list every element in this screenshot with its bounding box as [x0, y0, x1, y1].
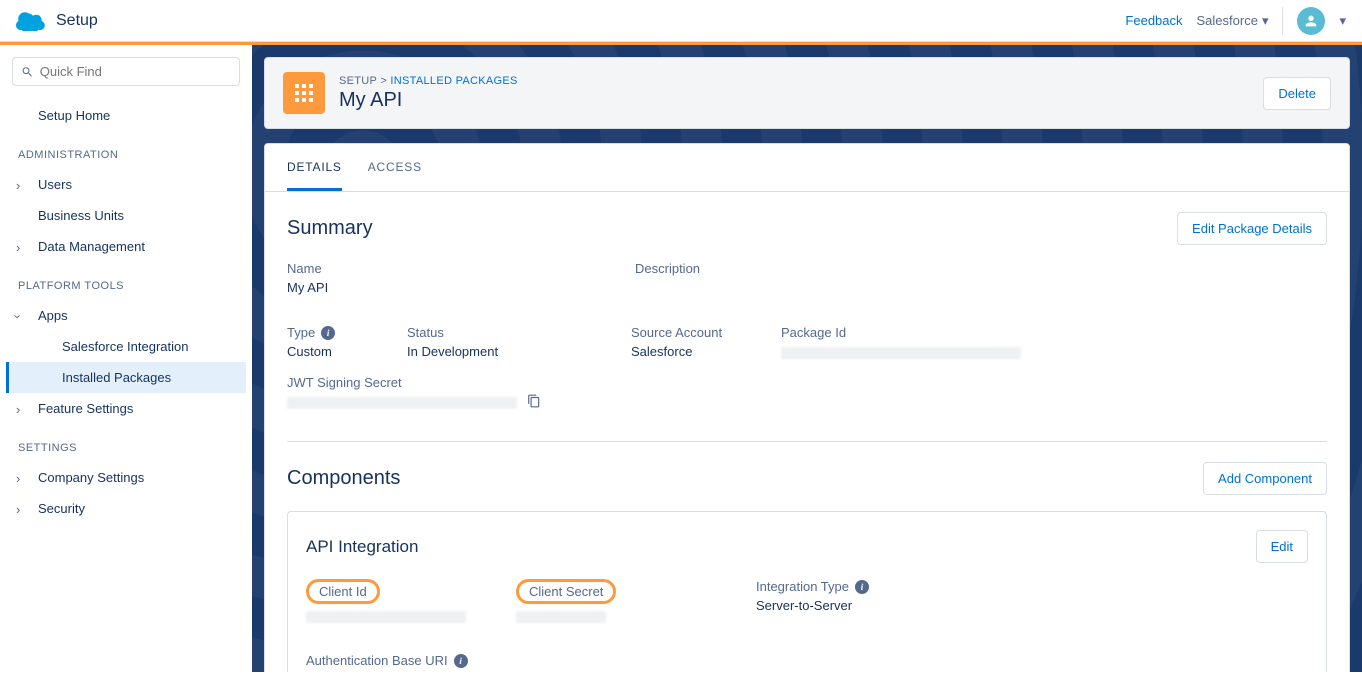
- summary-title: Summary: [287, 217, 373, 240]
- tab-access[interactable]: ACCESS: [368, 144, 422, 191]
- nav-data-management[interactable]: ›Data Management: [6, 231, 246, 262]
- client-id-label: Client Id: [306, 579, 486, 604]
- status-value: In Development: [407, 344, 601, 359]
- nav-section-administration: ADMINISTRATION: [6, 141, 246, 169]
- divider: [1282, 7, 1283, 35]
- api-row-2: Authentication Base URIi https://mc.auth…: [306, 653, 1308, 672]
- api-integration-card: API Integration Edit Client Id Client Se…: [287, 511, 1327, 672]
- info-icon[interactable]: i: [454, 654, 468, 668]
- type-label: Typei: [287, 325, 377, 340]
- integration-type-value: Server-to-Server: [756, 598, 1278, 613]
- user-avatar[interactable]: [1297, 7, 1325, 35]
- nav-security[interactable]: ›Security: [6, 493, 246, 524]
- nav-business-units[interactable]: Business Units: [6, 200, 246, 231]
- chevron-right-icon: ›: [16, 178, 20, 193]
- sidebar: Setup Home ADMINISTRATION ›Users Busines…: [0, 45, 252, 672]
- tabs: DETAILS ACCESS: [265, 144, 1349, 192]
- summary-header: Summary Edit Package Details: [287, 212, 1327, 245]
- main-content: SETUP > INSTALLED PACKAGES My API Delete…: [252, 45, 1362, 672]
- chevron-right-icon: ›: [16, 240, 20, 255]
- tab-details[interactable]: DETAILS: [287, 144, 342, 191]
- edit-component-button[interactable]: Edit: [1256, 530, 1308, 563]
- components-header: Components Add Component: [287, 462, 1327, 495]
- nav-company-settings[interactable]: ›Company Settings: [6, 462, 246, 493]
- nav-users[interactable]: ›Users: [6, 169, 246, 200]
- person-icon: [1303, 13, 1319, 29]
- package-id-label: Package Id: [781, 325, 1049, 340]
- api-integration-title: API Integration: [306, 537, 418, 557]
- chevron-down-icon: ▾: [1262, 13, 1269, 29]
- summary-row-1: Name My API Description: [287, 261, 1327, 311]
- type-value: Custom: [287, 344, 377, 359]
- summary-row-2: Typei Custom Status In Development Sourc…: [287, 325, 1327, 427]
- name-value: My API: [287, 280, 605, 295]
- edit-package-button[interactable]: Edit Package Details: [1177, 212, 1327, 245]
- api-row-1: Client Id Client Secret Integration Type…: [306, 579, 1308, 639]
- divider: [287, 441, 1327, 442]
- add-component-button[interactable]: Add Component: [1203, 462, 1327, 495]
- global-header: Setup Feedback Salesforce ▾ ▾: [0, 0, 1362, 42]
- content-card: DETAILS ACCESS Summary Edit Package Deta…: [264, 143, 1350, 672]
- breadcrumb: SETUP > INSTALLED PACKAGES: [339, 75, 518, 87]
- nav-section-settings: SETTINGS: [6, 434, 246, 462]
- chevron-down-icon[interactable]: ▾: [1339, 13, 1346, 29]
- chevron-right-icon: ›: [16, 402, 20, 417]
- search-icon: [21, 65, 34, 79]
- chevron-down-icon: ›: [11, 314, 26, 318]
- nav-salesforce-integration[interactable]: Salesforce Integration: [6, 331, 246, 362]
- copy-icon[interactable]: [527, 394, 541, 411]
- nav-section-platform-tools: PLATFORM TOOLS: [6, 272, 246, 300]
- nav-installed-packages[interactable]: Installed Packages: [6, 362, 246, 393]
- status-label: Status: [407, 325, 601, 340]
- chevron-right-icon: ›: [16, 502, 20, 517]
- package-icon: [283, 72, 325, 114]
- quick-find-input[interactable]: [40, 64, 231, 79]
- quick-find-wrapper[interactable]: [12, 57, 240, 86]
- nav-apps[interactable]: ›Apps: [6, 300, 246, 331]
- delete-button[interactable]: Delete: [1263, 77, 1331, 110]
- jwt-label: JWT Signing Secret: [287, 375, 1297, 390]
- feedback-link[interactable]: Feedback: [1125, 13, 1182, 28]
- package-id-value: [781, 344, 1049, 359]
- source-account-value: Salesforce: [631, 344, 751, 359]
- info-icon[interactable]: i: [855, 580, 869, 594]
- client-secret-value: [516, 608, 726, 623]
- info-icon[interactable]: i: [321, 326, 335, 340]
- nav-feature-settings[interactable]: ›Feature Settings: [6, 393, 246, 424]
- client-id-value: [306, 608, 486, 623]
- integration-type-label: Integration Typei: [756, 579, 1278, 594]
- breadcrumb-link[interactable]: INSTALLED PACKAGES: [390, 75, 517, 87]
- jwt-value: [287, 394, 1297, 411]
- auth-uri-label: Authentication Base URIi: [306, 653, 1278, 668]
- components-title: Components: [287, 467, 400, 490]
- page-hero: SETUP > INSTALLED PACKAGES My API Delete: [264, 57, 1350, 129]
- client-secret-label: Client Secret: [516, 579, 726, 604]
- salesforce-logo-icon: [16, 11, 46, 31]
- description-label: Description: [635, 261, 1297, 276]
- header-title: Setup: [56, 12, 98, 30]
- org-name: Salesforce: [1197, 13, 1258, 28]
- org-switcher[interactable]: Salesforce ▾: [1197, 13, 1269, 29]
- source-account-label: Source Account: [631, 325, 751, 340]
- name-label: Name: [287, 261, 605, 276]
- nav-setup-home[interactable]: Setup Home: [6, 100, 246, 131]
- chevron-right-icon: ›: [16, 471, 20, 486]
- page-title: My API: [339, 89, 518, 112]
